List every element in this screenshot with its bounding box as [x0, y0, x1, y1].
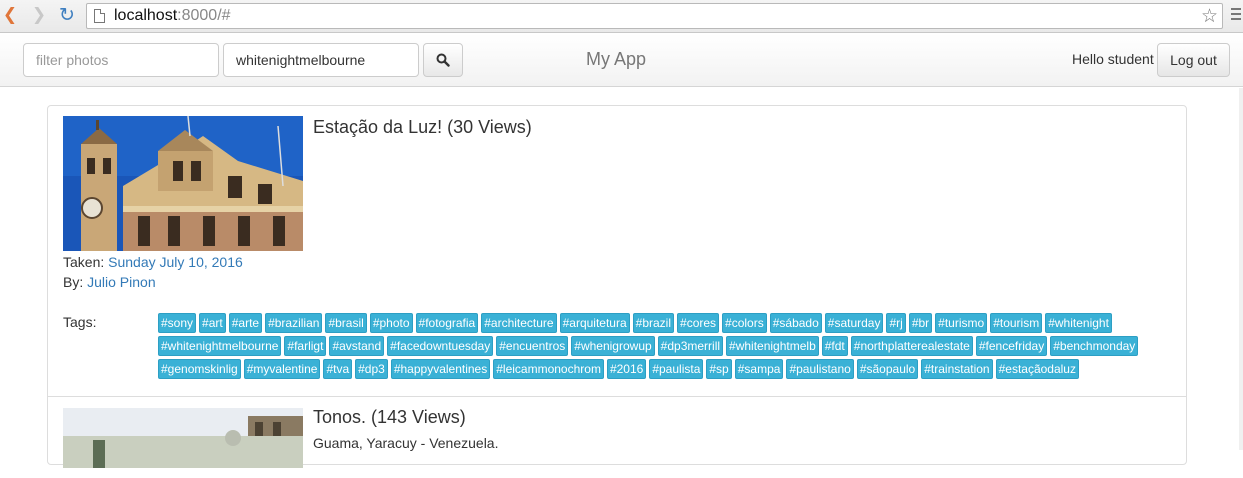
tag-chip[interactable]: #brasil [325, 313, 367, 333]
photo-title: Tonos. (143 Views) [313, 407, 466, 427]
forward-arrow-icon[interactable]: ❯ [29, 5, 49, 25]
reload-icon[interactable]: ↻ [57, 5, 77, 25]
taken-label: Taken: [63, 254, 105, 270]
tag-chip[interactable]: #br [908, 313, 933, 333]
tag-chip[interactable]: #trainstation [921, 359, 993, 379]
tag-chip[interactable]: #avstand [329, 336, 385, 356]
tag-chip[interactable]: #colors [722, 313, 767, 333]
tag-chip[interactable]: #paulistano [786, 359, 854, 379]
tag-chip[interactable]: #myvalentine [243, 359, 321, 379]
url-text[interactable]: localhost:8000/# [114, 7, 231, 25]
tag-chip[interactable]: #paulista [649, 359, 704, 379]
search-icon [436, 53, 450, 67]
search-button[interactable] [423, 43, 463, 77]
tag-chip[interactable]: #2016 [606, 359, 647, 379]
author-line: By: Julio Pinon [63, 274, 156, 290]
tag-chip[interactable]: #tourism [990, 313, 1043, 333]
tag-chip[interactable]: #whenigrowup [571, 336, 655, 356]
tag-chip[interactable]: #whitenightmelbourne [158, 336, 282, 356]
tag-chip[interactable]: #genomskinlig [158, 359, 241, 379]
tag-chip[interactable]: #brazil [632, 313, 675, 333]
page-scrollbar[interactable] [1239, 88, 1243, 450]
browser-menu-icon[interactable] [1231, 8, 1241, 23]
tag-chip[interactable]: #art [199, 313, 226, 333]
photo-title: Estação da Luz! (30 Views) [313, 117, 532, 137]
url-host: localhost [114, 7, 178, 24]
tag-chip[interactable]: #tva [323, 359, 353, 379]
photo-list-panel: Estação da Luz! (30 Views) Taken: Sunday… [47, 105, 1187, 468]
tag-chip[interactable]: #fdt [821, 336, 848, 356]
tag-chip[interactable]: #sampa [734, 359, 784, 379]
tag-chip[interactable]: #turismo [935, 313, 988, 333]
tag-chip[interactable]: #sãopaulo [856, 359, 919, 379]
station-photo-image [63, 116, 303, 251]
tag-chip[interactable]: #dp3merrill [657, 336, 724, 356]
app-brand[interactable]: My App [586, 49, 646, 70]
tag-chip[interactable]: #arquitetura [559, 313, 630, 333]
tag-chip[interactable]: #sábado [769, 313, 822, 333]
tag-chip[interactable]: #dp3 [355, 359, 388, 379]
back-arrow-icon[interactable]: ❮ [0, 5, 20, 25]
tag-chip[interactable]: #northplatterealestate [850, 336, 973, 356]
tag-chip[interactable]: #whitenight [1045, 313, 1112, 333]
tag-chip[interactable]: #encuentros [496, 336, 569, 356]
tag-chip[interactable]: #brazilian [265, 313, 323, 333]
tag-chip[interactable]: #sp [706, 359, 732, 379]
greeting-text: Hello student [1072, 51, 1154, 67]
taken-date-link[interactable]: Sunday July 10, 2016 [108, 254, 243, 270]
tag-chip[interactable]: #arte [228, 313, 263, 333]
address-bar[interactable]: localhost:8000/# ☆ [86, 3, 1223, 29]
tag-list: #sony #art #arte #brazilian #brasil #photo #fo… [158, 313, 1163, 382]
filter-photos-input[interactable] [23, 43, 219, 77]
tag-chip[interactable]: #saturday [824, 313, 884, 333]
photo-thumbnail[interactable] [63, 116, 303, 251]
tag-chip[interactable]: #farligt [284, 336, 327, 356]
url-path: :8000/# [177, 7, 231, 24]
tag-chip[interactable]: #cores [677, 313, 720, 333]
photo-description: Guama, Yaracuy - Venezuela. [313, 435, 499, 451]
tag-chip[interactable]: #photo [369, 313, 413, 333]
tags-label: Tags: [63, 314, 97, 330]
tag-search-input[interactable] [223, 43, 419, 77]
author-link[interactable]: Julio Pinon [87, 274, 156, 290]
tag-chip[interactable]: #leicammonochrom [493, 359, 604, 379]
photo-item: Estação da Luz! (30 Views) Taken: Sunday… [48, 106, 1186, 397]
tag-chip[interactable]: #architecture [481, 313, 557, 333]
photo-item: Tonos. (143 Views) Guama, Yaracuy - Vene… [48, 398, 1186, 478]
tag-chip[interactable]: #fotografia [415, 313, 479, 333]
tag-chip[interactable]: #estaçãodaluz [995, 359, 1079, 379]
tag-chip[interactable]: #rj [886, 313, 906, 333]
tag-chip[interactable]: #happyvalentines [390, 359, 491, 379]
tag-chip[interactable]: #benchmonday [1050, 336, 1139, 356]
tag-chip[interactable]: #sony [158, 313, 197, 333]
browser-toolbar: ❮ ❯ ↻ localhost:8000/# ☆ [0, 0, 1243, 33]
tag-chip[interactable]: #facedowntuesday [387, 336, 494, 356]
bookmark-star-icon[interactable]: ☆ [1201, 5, 1218, 27]
tag-chip[interactable]: #fencefriday [975, 336, 1048, 356]
tag-chip[interactable]: #whitenightmelb [726, 336, 819, 356]
page-icon [94, 9, 105, 23]
tonos-photo-image [63, 408, 303, 468]
app-navbar: My App Hello student Log out [0, 34, 1243, 87]
logout-button[interactable]: Log out [1157, 43, 1230, 77]
taken-line: Taken: Sunday July 10, 2016 [63, 254, 243, 270]
photo-thumbnail[interactable] [63, 408, 303, 468]
by-label: By: [63, 274, 84, 290]
